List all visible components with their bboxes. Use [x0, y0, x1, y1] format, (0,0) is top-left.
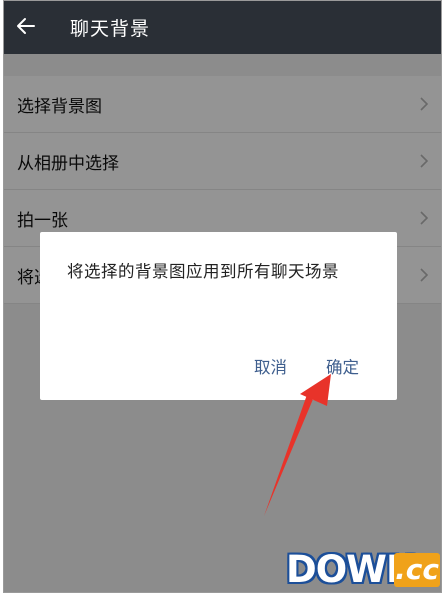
confirm-button[interactable]: 确定	[326, 354, 359, 378]
confirm-dialog: 将选择的背景图应用到所有聊天场景 取消 确定	[40, 232, 397, 400]
page-title: 聊天背景	[70, 18, 151, 40]
back-arrow-icon[interactable]	[14, 14, 38, 38]
top-bar: 聊天背景	[4, 1, 441, 54]
watermark-suffix: .cc	[394, 553, 440, 587]
watermark-logo: DOWN .cc	[286, 549, 442, 591]
cancel-button[interactable]: 取消	[254, 354, 287, 378]
dialog-message: 将选择的背景图应用到所有聊天场景	[67, 262, 339, 281]
